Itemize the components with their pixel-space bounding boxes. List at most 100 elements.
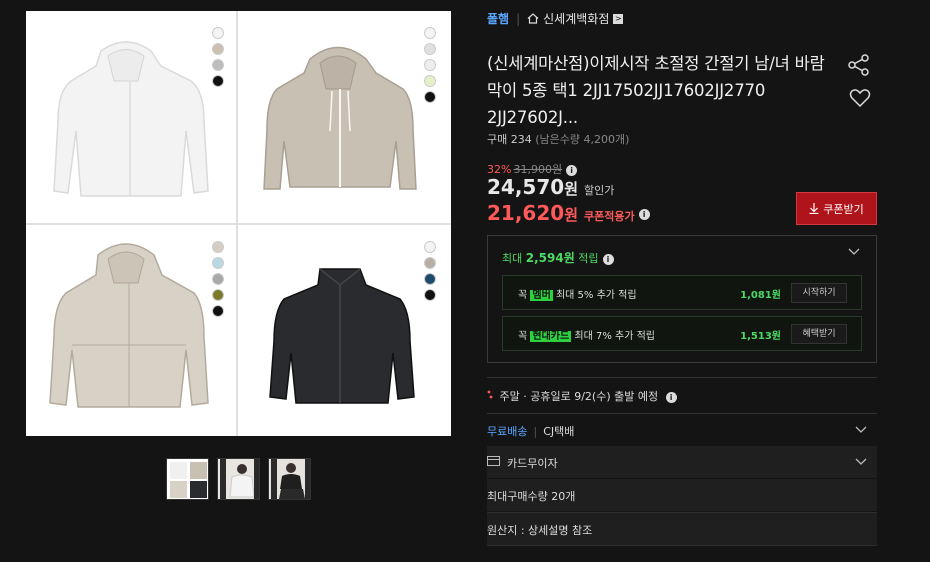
coupon-price-unit: 원 [564,206,578,224]
thumbnail-image[interactable] [268,458,311,500]
card-installment-label: 카드무이자 [507,457,558,470]
color-swatch[interactable] [212,59,224,71]
color-swatch[interactable] [424,289,436,301]
breadcrumb-separator: | [516,11,521,26]
sale-price-unit: 원 [564,180,578,198]
max-quantity-row: 최대구매수량 20개 [487,479,877,511]
coupon-price-tag: 쿠폰적용가 [584,210,635,223]
sale-price-tag: 할인가 [584,184,615,197]
color-swatches [424,241,436,301]
carrier-label: CJ택배 [543,425,575,438]
color-swatch[interactable] [212,257,224,269]
jacket-illustration [269,268,415,404]
coupon-button-label: 쿠폰받기 [823,202,864,216]
color-swatch[interactable] [424,27,436,39]
points-row-prefix: 꼭 [518,290,531,301]
sale-price-value: 24,570 [487,175,565,199]
points-row-label: 꼭 멤버 최대 5% 추가 적립 [518,286,637,301]
thumbnail-image[interactable] [166,458,209,500]
color-swatch[interactable] [212,27,224,39]
sale-price: 24,570원 할인가 [487,175,614,199]
share-icon[interactable] [848,54,870,76]
points-row-member: 꼭 멤버 최대 5% 추가 적립 1,081원 시작하기 [502,275,862,310]
chevron-down-icon[interactable] [855,426,867,434]
color-swatch[interactable] [424,43,436,55]
shipping-separator: | [533,425,538,438]
points-row-prefix: 꼭 [518,331,531,342]
home-icon [527,13,539,24]
divider [487,413,877,414]
jacket-illustration [263,46,417,190]
brand-link[interactable]: 폴햄 [487,10,509,27]
info-icon[interactable]: i [602,253,614,265]
coupon-price-value: 21,620 [487,201,565,225]
points-row-highlight: 멤버 [530,290,553,301]
product-image-beige-anorak[interactable] [26,225,235,434]
product-image-beige-jacket[interactable] [238,11,447,220]
product-title: (신세계마산점)이제시작 초절정 간절기 남/녀 바람막이 5종 택1 2JJ1… [487,54,825,127]
info-icon[interactable]: i [566,164,578,176]
origin-label: 원산지 : 상세설명 참조 [487,524,593,537]
color-swatch[interactable] [424,59,436,71]
color-swatch[interactable] [212,305,224,317]
jacket-illustration [49,243,209,408]
coupon-download-button[interactable]: 쿠폰받기 [796,192,877,225]
breadcrumb: 폴햄 | 신세계백화점 > [487,10,624,27]
model-photo [271,459,310,499]
info-icon[interactable]: i [665,391,677,403]
divider [487,377,877,378]
delivery-text: 주말 · 공휴일로 9/2(수) 출발 예정 [499,390,659,403]
color-swatch[interactable] [424,75,436,87]
points-amount: 2,594원 [525,251,575,265]
buy-count-text: 구매 234 [487,133,532,146]
points-row-hyundaicard: 꼭 현대카드 최대 7% 추가 적립 1,513원 혜택받기 [502,316,862,351]
color-swatch[interactable] [212,75,224,87]
max-quantity-label: 최대구매수량 20개 [487,490,576,503]
thumbnail-image[interactable] [217,458,260,500]
chevron-down-icon[interactable] [848,248,860,256]
color-swatch[interactable] [424,273,436,285]
color-swatches [424,27,436,103]
points-row-label: 꼭 현대카드 최대 7% 추가 적립 [518,327,655,342]
points-panel: 최대 2,594원 적립 i 꼭 멤버 최대 5% 추가 적립 1,081원 시작… [487,235,877,363]
color-swatch[interactable] [424,91,436,103]
jacket-illustration [53,41,209,197]
points-header[interactable]: 최대 2,594원 적립 i [502,249,614,266]
card-installment-row[interactable]: 카드무이자 [487,446,877,478]
color-swatch[interactable] [212,289,224,301]
points-benefit-button[interactable]: 혜택받기 [791,324,847,344]
truck-icon [487,390,493,399]
store-arrow-icon[interactable]: > [613,13,624,24]
points-prefix: 최대 [502,252,526,265]
color-swatches [212,27,224,87]
chevron-down-icon[interactable] [855,458,867,466]
points-suffix: 적립 [574,252,599,265]
product-image-black-jacket[interactable] [238,225,447,434]
color-swatch[interactable] [212,273,224,285]
color-swatch[interactable] [212,43,224,55]
color-swatch[interactable] [424,241,436,253]
stock-text: (남은수량 4,200개) [535,133,630,146]
thumbnail-strip [166,458,311,500]
points-row-highlight: 현대카드 [530,331,572,342]
origin-row: 원산지 : 상세설명 참조 [487,512,877,546]
thumbnail-grid-image [170,462,207,498]
model-photo [220,459,259,499]
store-link[interactable]: 신세계백화점 [543,10,609,27]
points-start-button[interactable]: 시작하기 [791,283,847,303]
info-icon[interactable]: i [638,209,650,220]
heart-icon[interactable] [849,88,871,108]
shipping-info: 무료배송 | CJ택배 [487,423,574,439]
free-shipping-label: 무료배송 [487,425,528,438]
product-image-white-jacket[interactable] [26,11,235,220]
color-swatch[interactable] [212,241,224,253]
card-icon [487,456,500,466]
product-gallery [26,11,451,436]
coupon-price: 21,620원 쿠폰적용가 i [487,201,650,225]
points-row-text: 최대 7% 추가 적립 [571,331,655,342]
points-row-amount: 1,081원 [740,290,781,301]
purchase-count: 구매 234 (남은수량 4,200개) [487,131,629,147]
color-swatches [212,241,224,317]
delivery-info: 주말 · 공휴일로 9/2(수) 출발 예정 i [487,388,677,404]
color-swatch[interactable] [424,257,436,269]
